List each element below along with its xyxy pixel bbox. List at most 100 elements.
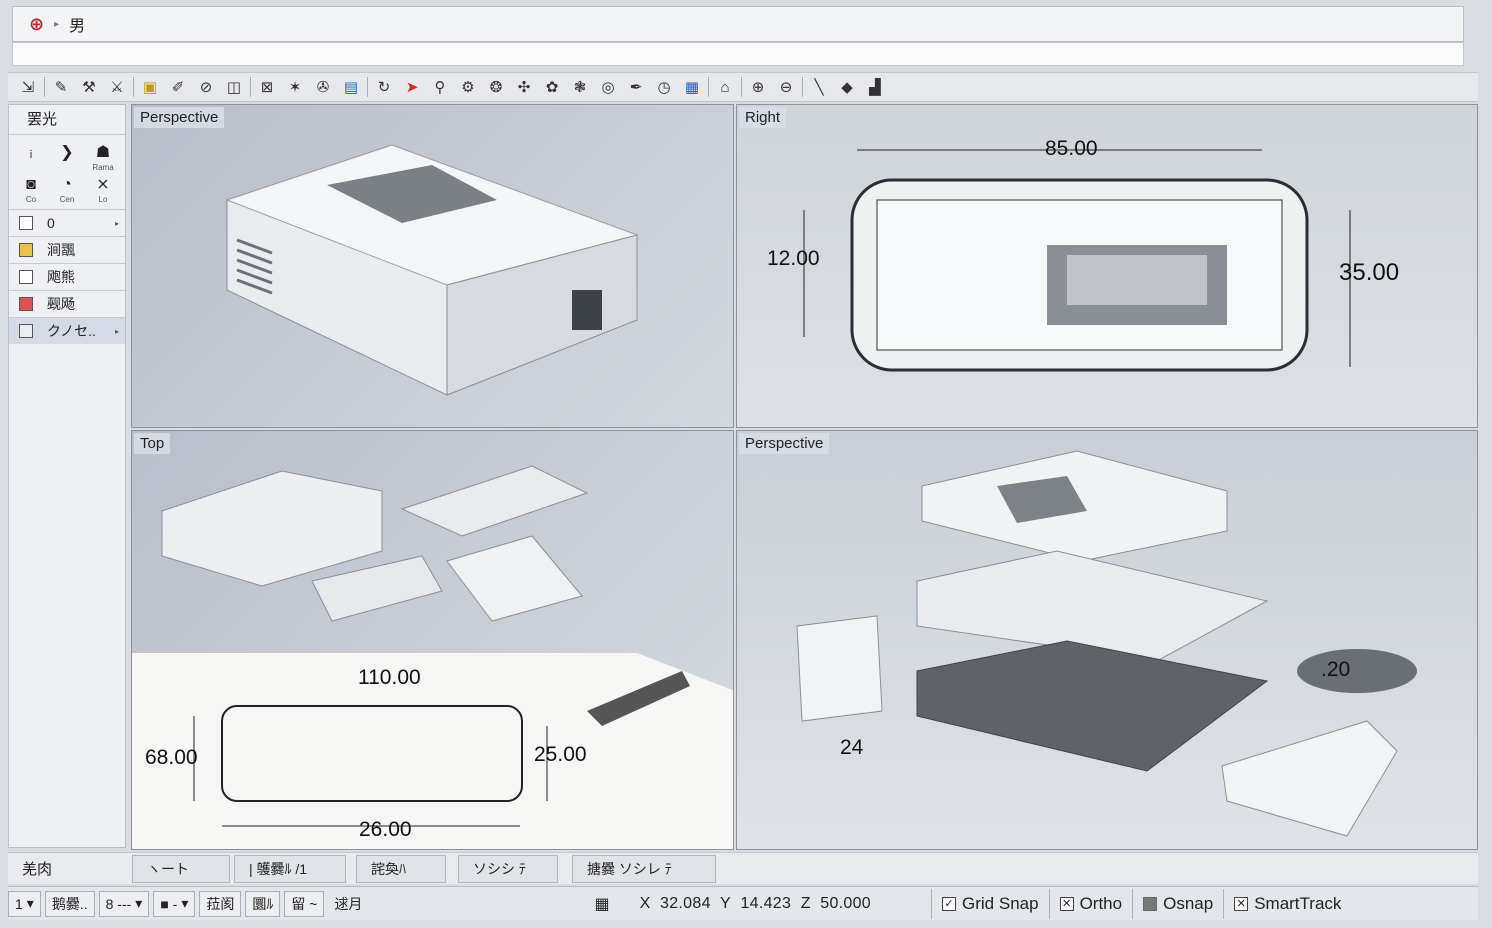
viewport-perspective-top[interactable]: Perspective	[131, 104, 734, 428]
layer-swatch[interactable]	[19, 243, 33, 257]
gear3-icon[interactable]: ✣	[510, 74, 538, 100]
dropdown-icon[interactable]: ▸	[115, 327, 119, 336]
viewport-perspective-exploded[interactable]: Perspective .20 24	[736, 430, 1478, 850]
dimension-height: 25.00	[534, 743, 587, 766]
command-input[interactable]	[12, 42, 1464, 66]
coordinates-readout: X 32.084 Y 14.423 Z 50.000	[639, 894, 872, 912]
osnap-toggle[interactable]: Osnap	[1132, 888, 1223, 919]
tab-viewport-3[interactable]: 詫奐ﾊ	[356, 854, 446, 883]
chevron-right-icon: ▸	[54, 18, 60, 30]
smarttrack-toggle[interactable]: ✕ SmartTrack	[1223, 888, 1351, 919]
info-icon[interactable]: ᵢ	[15, 143, 47, 173]
star-icon[interactable]: ✶	[281, 74, 309, 100]
clock-icon[interactable]: ◷	[650, 74, 678, 100]
dimension-base: 26.00	[359, 818, 412, 841]
gear5-icon[interactable]: ❃	[566, 74, 594, 100]
tab-viewport-2[interactable]: | 鹱爨ﾙ /1	[234, 854, 346, 883]
viewport-top[interactable]: Top 110.00 68.00 25.00 26.00	[131, 430, 734, 850]
gear1-icon[interactable]: ⚙	[454, 74, 482, 100]
exploded-view	[796, 450, 1417, 837]
dimension-offset: .20	[1321, 658, 1351, 681]
color-icon[interactable]: ◙ Co	[15, 175, 47, 205]
grid-icon[interactable]: ▦	[594, 894, 609, 914]
status-field[interactable]: 鹅爨..	[44, 890, 95, 917]
layer-icon[interactable]: ▣	[136, 74, 164, 100]
viewport-tabs: 羌肉 ヽート | 鹱爨ﾙ /1 詫奐ﾊ ソシシ ﾃ 搪爨 ソシレ ﾃ	[8, 852, 1478, 884]
tab-viewport-4[interactable]: ソシシ ﾃ	[458, 854, 558, 883]
checkbox-unchecked[interactable]	[1143, 896, 1158, 911]
home-icon[interactable]: ⌂	[711, 74, 739, 100]
stair-icon[interactable]: ▟	[861, 74, 889, 100]
status-field[interactable]: 逑月	[328, 891, 368, 917]
eye-icon[interactable]: ◎	[594, 74, 622, 100]
line-icon[interactable]: ╲	[805, 74, 833, 100]
pencil-icon[interactable]: ✎	[47, 74, 75, 100]
status-field[interactable]: 圜ﾙ	[245, 890, 281, 917]
wrench-icon[interactable]: ✇	[309, 74, 337, 100]
arrow-icon[interactable]: ➤	[398, 74, 426, 100]
model-render	[225, 144, 639, 396]
viewport-label[interactable]: Right	[739, 107, 787, 128]
gear4-icon[interactable]: ✿	[538, 74, 566, 100]
tab-viewport-1[interactable]: ヽート	[132, 854, 230, 883]
grid-snap-toggle[interactable]: ✓ Grid Snap	[931, 888, 1049, 919]
layers-panel: 罢光 ᵢ ❯ ☗ Rama ◙ Co ◔ Cen ⨯ Lo 0 ▸ 涧飁 飑熊 觋飏 ク…	[8, 104, 126, 848]
gear2-icon[interactable]: ❂	[482, 74, 510, 100]
chevron-down-icon: ▾	[135, 895, 143, 911]
status-field[interactable]: 8 --- ▾	[98, 890, 150, 917]
dimension-width: 85.00	[1045, 137, 1098, 160]
toolbar-separator	[133, 77, 134, 97]
checkbox-checked[interactable]: ✕	[1234, 896, 1249, 911]
add-icon[interactable]: ⊕	[29, 14, 44, 35]
toolbar-separator	[367, 77, 368, 97]
hammer-icon[interactable]: ⚔	[103, 74, 131, 100]
layer-row[interactable]: 0 ▸	[9, 209, 125, 236]
chevron-down-icon: ▾	[181, 895, 189, 911]
checkbox-checked[interactable]: ✕	[1059, 896, 1074, 911]
layer-row[interactable]: 涧飁	[9, 236, 125, 263]
lock-icon[interactable]: ⨯ Lo	[87, 175, 119, 205]
status-field[interactable]: 留 ~	[284, 890, 325, 917]
zoom-extents-icon[interactable]: ⚲	[426, 74, 454, 100]
layer-row-selected[interactable]: クノセ.. ▸	[9, 317, 125, 344]
layer-row[interactable]: 觋飏	[9, 290, 125, 317]
move-icon[interactable]: ⇲	[14, 74, 42, 100]
toolbar-separator	[708, 77, 709, 97]
chevron-icon[interactable]: ❯	[51, 143, 83, 173]
viewport-label[interactable]: Perspective	[134, 107, 225, 128]
layer-row[interactable]: 飑熊	[9, 263, 125, 290]
dimension-depth: 24	[840, 736, 864, 759]
image-icon[interactable]: ▤	[337, 74, 365, 100]
zoom-in-icon[interactable]: ⊕	[744, 74, 772, 100]
viewport-label[interactable]: Top	[134, 433, 171, 454]
layer-name: 0	[47, 215, 55, 231]
layer-name: 涧飁	[47, 242, 75, 258]
grid-icon[interactable]: ▦	[678, 74, 706, 100]
edit-icon[interactable]: ✐	[164, 74, 192, 100]
layer-swatch[interactable]	[19, 270, 33, 284]
checkbox-checked[interactable]: ✓	[942, 896, 957, 911]
ortho-toggle[interactable]: ✕ Ortho	[1048, 888, 1133, 919]
tab-viewport-5[interactable]: 搪爨 ソシレ ﾃ	[572, 854, 716, 883]
status-field[interactable]: 1 ▾	[8, 890, 41, 917]
pen-icon[interactable]: ✒	[622, 74, 650, 100]
zoom-out-icon[interactable]: ⊖	[772, 74, 800, 100]
layer-swatch[interactable]	[19, 297, 33, 311]
box-icon[interactable]: ◫	[220, 74, 248, 100]
tool-icon[interactable]: ⚒	[75, 74, 103, 100]
diamond-icon[interactable]: ◆	[833, 74, 861, 100]
rama-icon[interactable]: ☗ Rama	[87, 143, 119, 173]
status-field[interactable]: 菈阂	[199, 890, 242, 917]
dropdown-icon[interactable]: ▸	[115, 219, 119, 228]
layer-swatch[interactable]	[19, 324, 33, 338]
transform-icon[interactable]: ⊠	[253, 74, 281, 100]
dimension-depth: 35.00	[1339, 259, 1400, 286]
layer-swatch[interactable]	[19, 216, 33, 230]
center-icon[interactable]: ◔ Cen	[51, 175, 83, 205]
rotate-icon[interactable]: ↻	[370, 74, 398, 100]
coord-z: 50.000	[820, 894, 872, 912]
attach-icon[interactable]: ⊘	[192, 74, 220, 100]
viewport-right[interactable]: Right 85.00 12.00 35.00	[736, 104, 1478, 428]
status-field[interactable]: ■ - ▾	[153, 890, 196, 917]
viewport-label[interactable]: Perspective	[739, 433, 830, 454]
